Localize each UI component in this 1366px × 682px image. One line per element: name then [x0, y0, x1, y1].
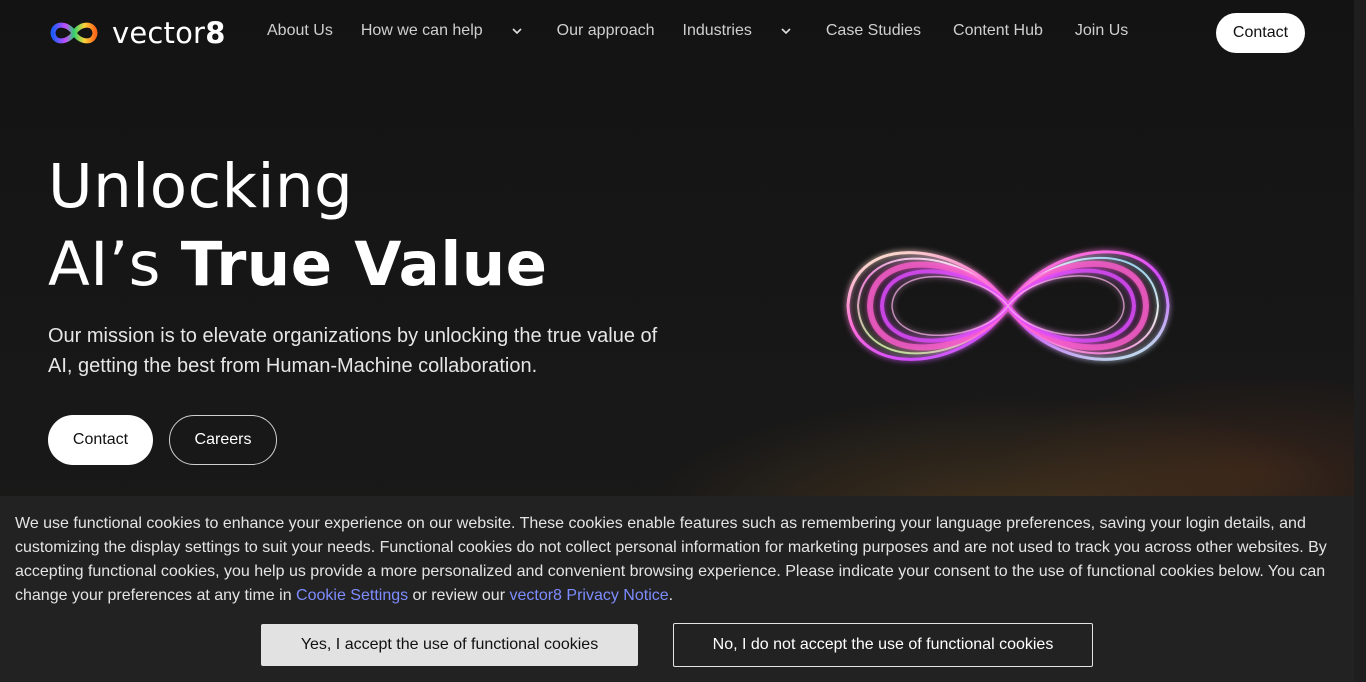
cookie-text: We use functional cookies to enhance you… — [15, 512, 1340, 608]
logo[interactable]: vector8 — [48, 14, 226, 52]
nav-label: Case Studies — [825, 22, 922, 39]
chevron-down-icon — [512, 28, 522, 35]
nav-item-case-studies[interactable]: Case Studies — [826, 22, 921, 40]
nav-item-content-hub[interactable]: Content Hub — [953, 22, 1043, 40]
page-scrollbar[interactable] — [1354, 0, 1366, 682]
cookie-settings-link[interactable]: Cookie Settings — [296, 587, 408, 604]
cookie-text-part: or review our — [408, 587, 510, 604]
site-header: vector8 About Us How we can help Our app… — [0, 0, 1354, 66]
hero-title: Unlocking AI’s True Value — [48, 148, 548, 304]
nav-item-industries[interactable]: Industries — [683, 22, 792, 40]
decline-cookies-button[interactable]: No, I do not accept the use of functiona… — [673, 623, 1093, 667]
chevron-down-icon — [781, 28, 791, 35]
nav-item-how-we-can-help[interactable]: How we can help — [361, 22, 523, 40]
hero-title-bold: True Value — [180, 229, 548, 300]
main-nav: About Us How we can help Our approach In… — [267, 22, 1128, 40]
nav-label: Industries — [682, 22, 752, 39]
privacy-notice-link[interactable]: vector8 Privacy Notice — [509, 587, 668, 604]
hero-contact-button[interactable]: Contact — [48, 415, 153, 465]
logo-text: vector8 — [112, 16, 226, 50]
cookie-banner: We use functional cookies to enhance you… — [0, 496, 1354, 682]
hero-title-line-2: AI’s True Value — [48, 226, 548, 304]
hero-careers-button[interactable]: Careers — [169, 415, 277, 465]
nav-label: About Us — [267, 22, 333, 39]
cookie-text-part: . — [668, 587, 674, 604]
infinity-logo-icon — [50, 22, 98, 44]
nav-label: Content Hub — [953, 22, 1043, 39]
hero-title-light: AI’s — [48, 229, 181, 300]
page: vector8 About Us How we can help Our app… — [0, 0, 1366, 682]
hero-title-line-1: Unlocking — [48, 151, 354, 222]
accept-cookies-button[interactable]: Yes, I accept the use of functional cook… — [261, 624, 638, 666]
nav-label: Our approach — [556, 22, 655, 39]
nav-item-join-us[interactable]: Join Us — [1075, 22, 1128, 40]
nav-label: How we can help — [360, 22, 483, 39]
nav-label: Join Us — [1074, 22, 1129, 39]
nav-item-about-us[interactable]: About Us — [267, 22, 333, 40]
header-contact-button[interactable]: Contact — [1216, 13, 1305, 53]
nav-item-our-approach[interactable]: Our approach — [557, 22, 655, 40]
hero-description: Our mission is to elevate organizations … — [48, 325, 658, 377]
infinity-icon — [846, 250, 1170, 361]
